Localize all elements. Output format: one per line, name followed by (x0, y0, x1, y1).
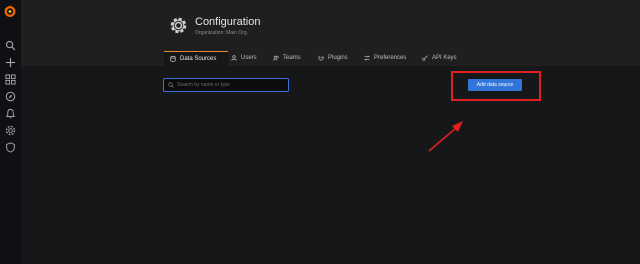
tab-data-sources[interactable]: Data Sources (164, 51, 228, 66)
tab-api-keys[interactable]: API Keys (422, 51, 457, 65)
plus-icon[interactable] (4, 56, 17, 69)
plug-icon (318, 55, 324, 61)
explore-icon[interactable] (4, 90, 17, 103)
add-data-source-button[interactable]: Add data source (468, 79, 522, 91)
tab-label: Teams (283, 55, 301, 61)
sidebar (0, 0, 21, 264)
page-subtitle: Organization: Main Org. (195, 30, 249, 36)
search-icon (168, 82, 174, 88)
tab-plugins[interactable]: Plugins (318, 51, 348, 65)
search-icon[interactable] (4, 39, 17, 52)
tab-teams[interactable]: Teams (273, 51, 301, 65)
gear-icon (169, 16, 188, 35)
page-title: Configuration (195, 16, 261, 28)
app-window: Configuration Organization: Main Org. Da… (0, 0, 640, 264)
tab-label: Data Sources (180, 56, 217, 62)
tab-preferences[interactable]: Preferences (364, 51, 406, 65)
tab-label: Users (241, 55, 257, 61)
tab-label: Preferences (374, 55, 407, 61)
shield-icon[interactable] (4, 141, 17, 154)
tab-users[interactable]: Users (231, 51, 257, 65)
users-icon (273, 55, 279, 61)
search-box (163, 78, 289, 92)
key-icon (422, 55, 428, 61)
configuration-icon[interactable] (4, 124, 17, 137)
search-input[interactable] (177, 82, 277, 88)
grafana-logo-icon[interactable] (3, 4, 17, 18)
tab-label: Plugins (328, 55, 348, 61)
tab-label: API Keys (432, 55, 457, 61)
dashboards-icon[interactable] (4, 73, 17, 86)
alerting-icon[interactable] (4, 107, 17, 120)
database-icon (170, 56, 176, 62)
sliders-icon (364, 55, 370, 61)
user-icon (231, 55, 237, 61)
